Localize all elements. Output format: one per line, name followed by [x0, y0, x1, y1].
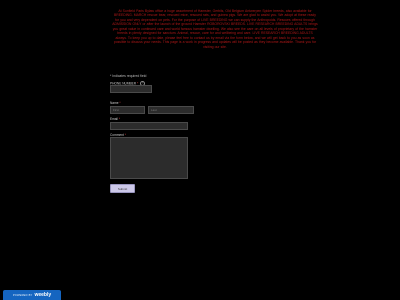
required-mark: *: [119, 101, 121, 105]
email-input[interactable]: [110, 122, 188, 130]
intro-paragraph: At Sunfield Paris Bylaw office a huge as…: [112, 9, 318, 49]
weebly-logo: weebly: [34, 292, 52, 298]
email-label-text: Email: [110, 117, 118, 121]
name-label: Name *: [110, 101, 121, 105]
phone-input[interactable]: [110, 85, 152, 93]
submit-button[interactable]: Submit: [110, 184, 135, 193]
last-name-input[interactable]: [148, 106, 194, 114]
comment-textarea[interactable]: [110, 137, 188, 179]
required-mark: *: [118, 117, 121, 121]
required-field-note: * Indicates required field: [110, 74, 147, 78]
name-label-text: Name: [110, 101, 119, 105]
powered-by-label: POWERED BY: [12, 293, 33, 297]
powered-by-weebly-badge[interactable]: POWERED BY weebly: [3, 290, 61, 300]
email-label: Email *: [110, 117, 120, 121]
first-name-input[interactable]: [110, 106, 145, 114]
